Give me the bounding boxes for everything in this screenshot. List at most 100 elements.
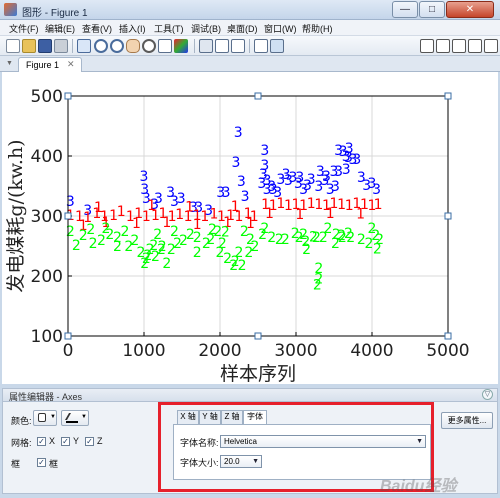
- brush-icon[interactable]: [174, 39, 188, 53]
- menu-desktop[interactable]: 桌面(D): [227, 22, 258, 35]
- data-point: 2: [216, 245, 225, 261]
- selection-handle: [444, 332, 452, 340]
- tab-figure-1[interactable]: Figure 1 ✕: [18, 57, 82, 73]
- y-tick-label: 200: [31, 267, 63, 287]
- show-plot-tools-icon[interactable]: [270, 39, 284, 53]
- open-file-icon[interactable]: [22, 39, 36, 53]
- tab-close-icon[interactable]: ✕: [67, 59, 75, 70]
- menu-insert[interactable]: 插入(I): [119, 22, 146, 35]
- legend-icon[interactable]: [231, 39, 245, 53]
- grid-x-checkbox[interactable]: ✓: [37, 437, 46, 446]
- data-point: 1: [185, 199, 194, 215]
- edit-plot-arrow-icon[interactable]: [77, 39, 91, 53]
- box-checkbox[interactable]: ✓: [37, 458, 46, 467]
- menu-debug[interactable]: 调试(B): [191, 22, 221, 35]
- data-point: 3: [320, 173, 329, 189]
- data-point: 3: [303, 178, 312, 194]
- data-point: 3: [352, 152, 361, 168]
- maximize-layout-icon[interactable]: [484, 39, 498, 53]
- link-plot-icon[interactable]: [199, 39, 213, 53]
- data-point: 2: [346, 230, 355, 246]
- data-point: 3: [267, 179, 276, 195]
- y-tick-label: 500: [31, 87, 63, 107]
- selection-handle: [444, 92, 452, 100]
- x-tick-label: 2000: [198, 341, 241, 361]
- figure-canvas[interactable]: 0 1000 2000 3000 4000 5000 100 200 300 400 500 333…: [2, 72, 498, 384]
- data-point: 3: [372, 182, 381, 198]
- data-point: 2: [170, 224, 179, 240]
- data-point: 2: [373, 241, 382, 257]
- zoom-out-icon[interactable]: [110, 39, 124, 53]
- data-point: 1: [295, 207, 304, 223]
- data-point: 2: [193, 245, 202, 261]
- window-title: 图形 - Figure 1: [22, 8, 88, 19]
- data-point: 1: [132, 216, 141, 232]
- data-point: 2: [331, 236, 340, 252]
- new-figure-icon[interactable]: [6, 39, 20, 53]
- data-point: 1: [374, 197, 383, 213]
- colorbar-icon[interactable]: [215, 39, 229, 53]
- close-button[interactable]: ✕: [446, 1, 494, 18]
- print-icon[interactable]: [54, 39, 68, 53]
- pan-hand-icon[interactable]: [126, 39, 140, 53]
- data-point: 3: [231, 155, 240, 171]
- save-icon[interactable]: [38, 39, 52, 53]
- data-point: 3: [222, 185, 231, 201]
- tab-menu-icon[interactable]: ▼: [6, 60, 13, 67]
- menu-window[interactable]: 窗口(W): [264, 22, 297, 35]
- axes-chart[interactable]: 0 1000 2000 3000 4000 5000100200300400500 333…: [2, 72, 498, 384]
- maximize-button[interactable]: □: [419, 1, 445, 18]
- data-point: 2: [299, 227, 308, 243]
- minimize-button[interactable]: —: [392, 1, 418, 18]
- data-point: 1: [326, 206, 335, 222]
- paint-bucket-icon: [38, 413, 46, 422]
- collapse-panel-icon[interactable]: ▽: [482, 389, 493, 400]
- x-tick-label: 5000: [426, 341, 469, 361]
- data-point: 2: [221, 225, 230, 241]
- selection-handle: [64, 92, 72, 100]
- rotate-3d-icon[interactable]: [142, 39, 156, 53]
- grid-z-checkbox[interactable]: ✓: [85, 437, 94, 446]
- left-right-layout-icon[interactable]: [436, 39, 450, 53]
- y-tick-label: 400: [31, 147, 63, 167]
- x-tick-label: 0: [63, 341, 74, 361]
- grid-y-checkbox[interactable]: ✓: [61, 437, 70, 446]
- x-axis-label: 样本序列: [220, 363, 296, 384]
- data-point: 1: [231, 199, 240, 215]
- top-bottom-layout-icon[interactable]: [452, 39, 466, 53]
- menu-view[interactable]: 查看(V): [82, 22, 112, 35]
- tile-layout-icon[interactable]: [420, 39, 434, 53]
- data-point: 2: [143, 248, 152, 264]
- y-tick-label: 100: [31, 327, 63, 347]
- data-point: 2: [102, 221, 111, 237]
- menu-help[interactable]: 帮助(H): [302, 22, 333, 35]
- data-point: 2: [157, 242, 166, 258]
- data-point: 3: [345, 141, 354, 157]
- data-cursor-icon[interactable]: [158, 39, 172, 53]
- float-layout-icon[interactable]: [468, 39, 482, 53]
- x-tick-label: 1000: [122, 341, 165, 361]
- more-properties-button[interactable]: 更多属性...: [441, 412, 493, 429]
- y-tick-label: 300: [31, 207, 63, 227]
- hide-plot-tools-icon[interactable]: [254, 39, 268, 53]
- edge-color-button[interactable]: ▼: [61, 410, 89, 426]
- data-point: 3: [284, 173, 293, 189]
- data-point: 2: [113, 239, 122, 255]
- data-point: 3: [260, 158, 269, 174]
- menu-file[interactable]: 文件(F): [9, 22, 39, 35]
- data-point: 1: [94, 200, 103, 216]
- tab-label: Figure 1: [26, 60, 60, 70]
- menu-edit[interactable]: 编辑(E): [45, 22, 75, 35]
- chevron-down-icon: ▼: [50, 414, 56, 420]
- data-point: 1: [356, 207, 365, 223]
- zoom-in-icon[interactable]: [94, 39, 108, 53]
- menu-tools[interactable]: 工具(T): [154, 22, 184, 35]
- data-point: 3: [241, 189, 250, 205]
- grid-y-label: Y: [73, 436, 80, 446]
- data-point: 3: [342, 162, 351, 178]
- data-point: 2: [121, 224, 130, 240]
- box-label: 框: [11, 459, 21, 469]
- face-color-button[interactable]: ▼: [33, 410, 57, 426]
- data-point: 3: [234, 125, 243, 141]
- x-tick-label: 4000: [350, 341, 393, 361]
